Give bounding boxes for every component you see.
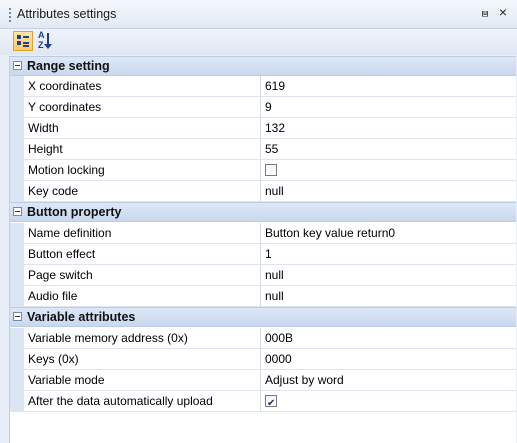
attributes-panel: Attributes settings ⩏ × A Z Range settin… (0, 0, 517, 443)
property-row[interactable]: After the data automatically upload (10, 391, 516, 414)
auto-upload-checkbox[interactable] (265, 394, 277, 414)
close-icon[interactable]: × (496, 5, 510, 19)
property-name: Height (24, 139, 261, 159)
collapse-icon[interactable] (13, 207, 22, 216)
property-value[interactable]: 132 (261, 118, 516, 138)
property-row[interactable]: X coordinates 619 (10, 76, 516, 97)
category-label: Range setting (27, 59, 110, 73)
pin-icon[interactable]: ⩏ (478, 6, 492, 20)
property-row[interactable]: Width 132 (10, 118, 516, 139)
property-name: Key code (24, 181, 261, 201)
title-bar[interactable]: Attributes settings ⩏ × (0, 0, 517, 29)
property-value[interactable]: Adjust by word (261, 370, 516, 390)
category-range-setting[interactable]: Range setting (10, 56, 516, 76)
property-row[interactable]: Page switch null (10, 265, 516, 286)
alphabetical-sort-button[interactable]: A Z (37, 31, 57, 51)
property-name: Variable memory address (0x) (24, 328, 261, 348)
property-value[interactable]: Button key value return0 (261, 223, 516, 243)
category-variable-attributes[interactable]: Variable attributes (10, 307, 516, 327)
property-name: Width (24, 118, 261, 138)
collapse-icon[interactable] (13, 61, 22, 70)
alpha-bottom-glyph: Z (38, 40, 44, 50)
property-row[interactable]: Button effect 1 (10, 244, 516, 265)
property-row[interactable]: Name definition Button key value return0 (10, 223, 516, 244)
categorized-view-icon (17, 35, 29, 47)
property-row[interactable]: Variable mode Adjust by word (10, 370, 516, 391)
property-value[interactable]: 9 (261, 97, 516, 117)
property-name: Audio file (24, 286, 261, 306)
property-row[interactable]: Motion locking (10, 160, 516, 181)
property-value[interactable]: 0000 (261, 349, 516, 369)
property-value[interactable]: 619 (261, 76, 516, 96)
property-name: Variable mode (24, 370, 261, 390)
collapse-icon[interactable] (13, 312, 22, 321)
property-row[interactable]: Variable memory address (0x) 000B (10, 328, 516, 349)
category-button-property[interactable]: Button property (10, 202, 516, 222)
property-grid: Range setting X coordinates 619 Y coordi… (9, 56, 516, 443)
property-row[interactable]: Audio file null (10, 286, 516, 307)
sort-down-arrow-icon (44, 33, 52, 49)
property-value[interactable]: 55 (261, 139, 516, 159)
panel-title: Attributes settings (17, 7, 117, 21)
alpha-top-glyph: A (38, 30, 45, 40)
property-name: Button effect (24, 244, 261, 264)
property-value[interactable]: null (261, 286, 516, 306)
property-name: Motion locking (24, 160, 261, 180)
property-row[interactable]: Height 55 (10, 139, 516, 160)
property-value[interactable]: 1 (261, 244, 516, 264)
categorized-view-button[interactable] (13, 31, 33, 51)
property-name: Y coordinates (24, 97, 261, 117)
property-value[interactable]: null (261, 181, 516, 201)
property-value (261, 391, 516, 414)
category-label: Button property (27, 205, 122, 219)
property-row[interactable]: Y coordinates 9 (10, 97, 516, 118)
property-name: After the data automatically upload (24, 391, 261, 411)
property-value[interactable]: null (261, 265, 516, 285)
property-value (261, 160, 516, 180)
property-value[interactable]: 000B (261, 328, 516, 348)
property-row[interactable]: Key code null (10, 181, 516, 202)
category-label: Variable attributes (27, 310, 136, 324)
toolbar: A Z (0, 29, 517, 55)
motion-locking-checkbox[interactable] (265, 164, 277, 176)
drag-grip-icon[interactable] (9, 7, 11, 23)
property-name: Page switch (24, 265, 261, 285)
property-row[interactable]: Keys (0x) 0000 (10, 349, 516, 370)
property-name: Keys (0x) (24, 349, 261, 369)
property-name: X coordinates (24, 76, 261, 96)
property-name: Name definition (24, 223, 261, 243)
